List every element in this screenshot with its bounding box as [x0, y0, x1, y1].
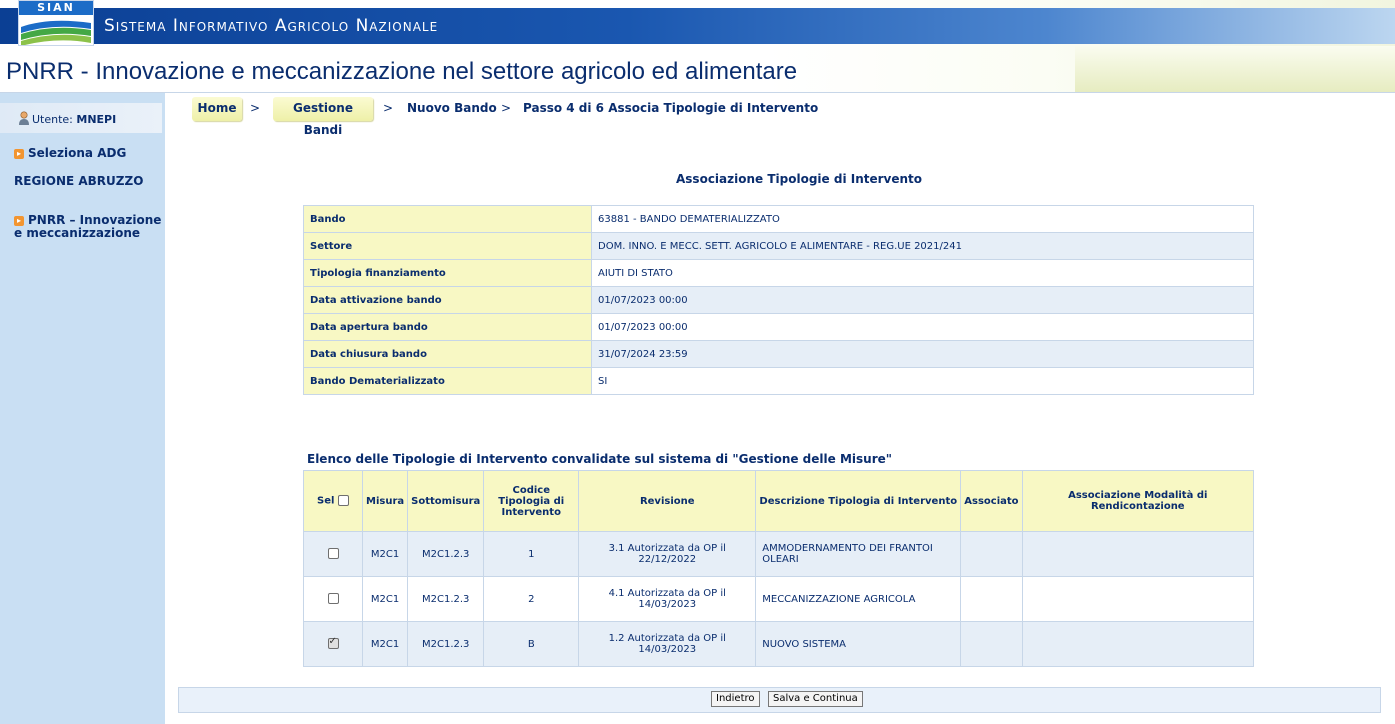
sian-logo[interactable]: SIAN [18, 0, 94, 46]
app-title: Sistema Informativo Agricolo Nazionale [104, 16, 439, 36]
info-row: Data attivazione bando 01/07/2023 00:00 [303, 286, 1254, 314]
info-label: Tipologia finanziamento [303, 259, 592, 287]
user-icon [19, 111, 29, 125]
user-prefix: Utente: [32, 113, 73, 126]
info-row: Data apertura bando 01/07/2023 00:00 [303, 313, 1254, 341]
cell-descrizione: MECCANIZZAZIONE AGRICOLA [755, 576, 962, 622]
info-label: Bando Dematerializzato [303, 367, 592, 395]
info-value: DOM. INNO. E MECC. SETT. AGRICOLO E ALIM… [591, 232, 1254, 260]
col-sel: Sel [303, 470, 363, 532]
cell-associato [960, 576, 1023, 622]
list-title: Elenco delle Tipologie di Intervento con… [307, 452, 893, 466]
cell-codice: 1 [483, 531, 580, 577]
row-checkbox[interactable] [327, 636, 339, 650]
col-misura: Misura [361, 470, 409, 532]
pnrr-menu-label: PNRR – Innovazione e meccanizzazione [14, 213, 162, 240]
breadcrumb-nuovo-bando: Nuovo Bando [407, 101, 497, 115]
cell-codice: 2 [483, 576, 580, 622]
cell-associato [960, 621, 1023, 667]
info-value: AIUTI DI STATO [591, 259, 1254, 287]
breadcrumb-separator: > [383, 101, 394, 115]
row-checkbox[interactable] [327, 593, 339, 605]
logo-text: SIAN [19, 1, 93, 15]
cell-misura: M2C1 [361, 621, 409, 667]
table-row: M2C1 M2C1.2.3 2 4.1 Autorizzata da OP il 14… [303, 576, 1255, 622]
info-row: Bando Dematerializzato SI [303, 367, 1254, 395]
breadcrumb-separator: > [250, 101, 261, 115]
info-value: 01/07/2023 00:00 [591, 286, 1254, 314]
cell-codice: B [483, 621, 580, 667]
col-codice: Codice Tipologia di Intervento [483, 470, 580, 532]
info-value: 63881 - BANDO DEMATERIALIZZATO [591, 205, 1254, 233]
save-continue-button[interactable]: Salva e Continua [768, 691, 863, 707]
col-associato: Associato [960, 470, 1023, 532]
header: SIAN Sistema Informativo Agricolo Nazion… [0, 0, 1395, 93]
region-label: REGIONE ABRUZZO [14, 174, 144, 188]
select-adg-label: Seleziona ADG [28, 146, 127, 160]
info-row: Bando 63881 - BANDO DEMATERIALIZZATO [303, 205, 1254, 233]
arrow-right-icon: ▸ [14, 148, 24, 159]
info-label: Data chiusura bando [303, 340, 592, 368]
arrow-right-icon: ▸ [14, 215, 24, 226]
cell-descrizione: AMMODERNAMENTO DEI FRANTOI OLEARI [755, 531, 962, 577]
col-modalita: Associazione Modalità di Rendicontazione [1021, 470, 1255, 532]
col-descrizione: Descrizione Tipologia di Intervento [755, 470, 962, 532]
back-button[interactable]: Indietro [711, 691, 760, 707]
breadcrumb-separator: > [501, 101, 512, 115]
info-row: Data chiusura bando 31/07/2024 23:59 [303, 340, 1254, 368]
cell-sottomisura: M2C1.2.3 [407, 531, 485, 577]
page-title: PNRR - Innovazione e meccanizzazione nel… [6, 58, 798, 85]
section-title: Associazione Tipologie di Intervento [676, 172, 923, 186]
cell-revisione: 3.1 Autorizzata da OP il 22/12/2022 [578, 531, 757, 577]
breadcrumb-current-step: Passo 4 di 6 Associa Tipologie di Interv… [523, 101, 819, 115]
info-label: Data attivazione bando [303, 286, 592, 314]
info-label: Settore [303, 232, 592, 260]
info-value: SI [591, 367, 1254, 395]
cell-sottomisura: M2C1.2.3 [407, 576, 485, 622]
user-box: Utente: MNEPI [0, 103, 162, 133]
row-checkbox[interactable] [327, 548, 339, 560]
cell-sottomisura: M2C1.2.3 [407, 621, 485, 667]
select-all-checkbox[interactable] [337, 495, 349, 507]
cell-revisione: 1.2 Autorizzata da OP il 14/03/2023 [578, 621, 757, 667]
pnrr-menu-link[interactable]: ▸ PNRR – Innovazione e meccanizzazione [14, 214, 164, 240]
tipologie-table: Sel Misura Sottomisura Codice Tipologia … [303, 470, 1255, 667]
cell-modalita [1021, 531, 1255, 577]
breadcrumb-home[interactable]: Home [192, 97, 242, 121]
table-header-row: Sel Misura Sottomisura Codice Tipologia … [303, 470, 1255, 532]
cell-revisione: 4.1 Autorizzata da OP il 14/03/2023 [578, 576, 757, 622]
cell-associato [960, 531, 1023, 577]
info-value: 31/07/2024 23:59 [591, 340, 1254, 368]
cell-misura: M2C1 [361, 531, 409, 577]
cell-modalita [1021, 621, 1255, 667]
sel-cell [303, 531, 363, 577]
cell-misura: M2C1 [361, 576, 409, 622]
sidebar: Utente: MNEPI ▸ Seleziona ADG REGIONE ABR… [0, 93, 165, 724]
col-revisione: Revisione [578, 470, 757, 532]
info-label: Bando [303, 205, 592, 233]
info-value: 01/07/2023 00:00 [591, 313, 1254, 341]
col-sel-label: Sel [317, 495, 335, 507]
user-name: MNEPI [76, 113, 117, 126]
table-row: M2C1M2C1.2.3B1.2 Autorizzata da OP il 14… [303, 621, 1255, 667]
bando-info-table: Bando 63881 - BANDO DEMATERIALIZZATO Setto… [303, 205, 1254, 395]
info-label: Data apertura bando [303, 313, 592, 341]
logo-fields-icon [21, 20, 91, 45]
select-adg-link[interactable]: ▸ Seleziona ADG [14, 146, 126, 160]
header-divider [0, 92, 1395, 93]
sel-cell [303, 576, 363, 622]
cell-descrizione: NUOVO SISTEMA [755, 621, 962, 667]
breadcrumb-gestione-bandi[interactable]: Gestione Bandi [273, 97, 373, 137]
sel-cell [303, 621, 363, 667]
footer-bar: Indietro Salva e Continua [178, 687, 1381, 713]
user-label: Utente: MNEPI [32, 113, 116, 126]
info-row: Tipologia finanziamento AIUTI DI STATO [303, 259, 1254, 287]
col-sottomisura: Sottomisura [407, 470, 485, 532]
cell-modalita [1021, 576, 1255, 622]
table-row: M2C1 M2C1.2.3 1 3.1 Autorizzata da OP il 22… [303, 531, 1255, 577]
info-row: Settore DOM. INNO. E MECC. SETT. AGRICOLO… [303, 232, 1254, 260]
header-field-image [1075, 46, 1395, 93]
